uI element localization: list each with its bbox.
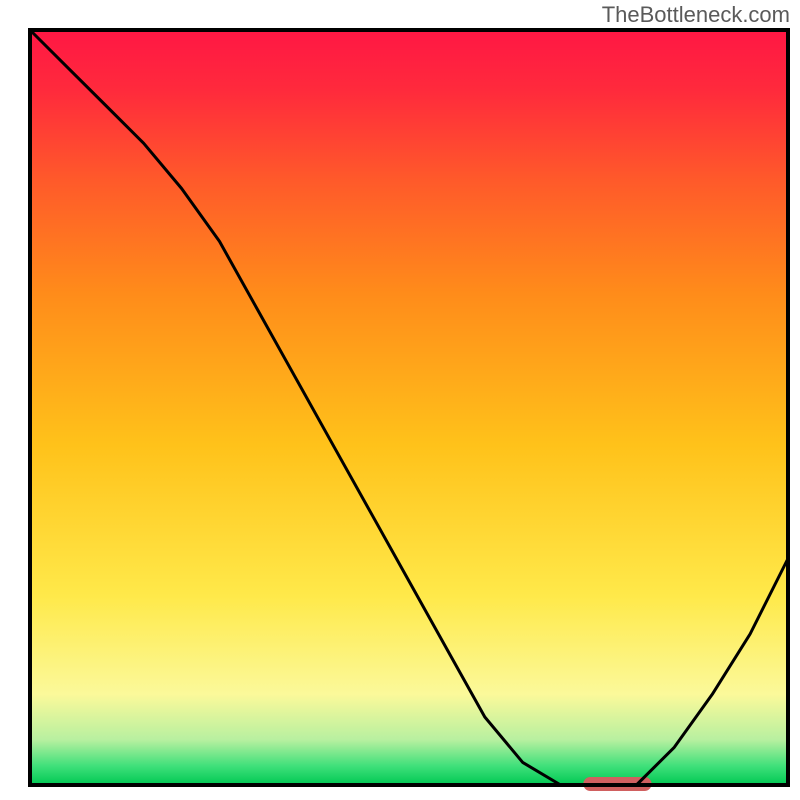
bottleneck-chart <box>0 0 800 800</box>
chart-container: TheBottleneck.com <box>0 0 800 800</box>
